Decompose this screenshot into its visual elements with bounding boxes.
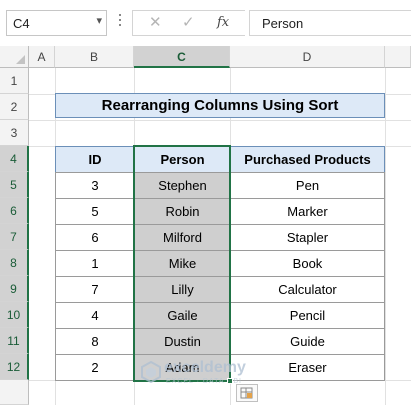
- formula-buttons: ✕ ✓ fx: [132, 10, 245, 36]
- cell-product[interactable]: Guide: [230, 328, 385, 355]
- row-header-9[interactable]: 9: [0, 276, 29, 302]
- quick-analysis-icon: [240, 387, 253, 399]
- cell-id[interactable]: 7: [55, 276, 135, 303]
- exceldemy-logo-icon: [141, 361, 161, 383]
- watermark-tagline: EXCEL · DATA · BI: [166, 378, 242, 385]
- cell-id[interactable]: 4: [55, 302, 135, 329]
- row-header-3[interactable]: 3: [0, 120, 29, 146]
- cell-person[interactable]: Lilly: [134, 276, 231, 303]
- cancel-icon[interactable]: ✕: [149, 13, 162, 31]
- column-header-c[interactable]: C: [134, 46, 230, 68]
- column-header-e[interactable]: [385, 46, 411, 68]
- insert-function-icon[interactable]: fx: [217, 15, 229, 30]
- cell-person[interactable]: Gaile: [134, 302, 231, 329]
- row-header-5[interactable]: 5: [0, 172, 29, 198]
- header-person[interactable]: Person: [134, 146, 231, 173]
- name-box[interactable]: C4 ▾: [6, 10, 107, 36]
- cell-person[interactable]: Mike: [134, 250, 231, 277]
- column-header-d[interactable]: D: [230, 46, 385, 68]
- formula-bar: C4 ▾ ✕ ✓ fx Person: [0, 0, 411, 46]
- select-all-button[interactable]: [0, 46, 29, 68]
- cell-product[interactable]: Pen: [230, 172, 385, 199]
- quick-analysis-button[interactable]: [236, 384, 258, 402]
- watermark: exceldemy EXCEL · DATA · BI: [140, 359, 280, 389]
- row-header-13[interactable]: [0, 380, 29, 405]
- cell-person[interactable]: Stephen: [134, 172, 231, 199]
- cell-person[interactable]: Dustin: [134, 328, 231, 355]
- cell-id[interactable]: 1: [55, 250, 135, 277]
- formula-input-value: Person: [262, 16, 304, 31]
- cell-person[interactable]: Milford: [134, 224, 231, 251]
- watermark-name: exceldemy: [164, 359, 246, 376]
- row-header-12[interactable]: 12: [0, 354, 29, 380]
- formula-input[interactable]: Person: [249, 10, 411, 36]
- cell-product[interactable]: Stapler: [230, 224, 385, 251]
- row-header-10[interactable]: 10: [0, 302, 29, 328]
- gridline: [29, 120, 411, 121]
- row-header-6[interactable]: 6: [0, 198, 29, 224]
- cell-product[interactable]: Marker: [230, 198, 385, 225]
- enter-icon[interactable]: ✓: [182, 13, 195, 31]
- cell-id[interactable]: 3: [55, 172, 135, 199]
- cell-id[interactable]: 8: [55, 328, 135, 355]
- cell-product[interactable]: Book: [230, 250, 385, 277]
- cell-product[interactable]: Calculator: [230, 276, 385, 303]
- column-header-a[interactable]: A: [29, 46, 55, 68]
- drag-handle-icon[interactable]: [118, 14, 122, 30]
- name-box-value: C4: [13, 16, 30, 31]
- cell-product[interactable]: Pencil: [230, 302, 385, 329]
- sheet-title[interactable]: Rearranging Columns Using Sort: [55, 93, 385, 118]
- row-header-1[interactable]: 1: [0, 68, 29, 94]
- header-id[interactable]: ID: [55, 146, 135, 173]
- gridline: [385, 68, 386, 405]
- cell-id[interactable]: 6: [55, 224, 135, 251]
- row-header-11[interactable]: 11: [0, 328, 29, 354]
- row-header-7[interactable]: 7: [0, 224, 29, 250]
- cell-id[interactable]: 2: [55, 354, 135, 381]
- row-header-8[interactable]: 8: [0, 250, 29, 276]
- cell-person[interactable]: Robin: [134, 198, 231, 225]
- header-purchased-products[interactable]: Purchased Products: [230, 146, 385, 173]
- row-header-2[interactable]: 2: [0, 94, 29, 120]
- worksheet-grid[interactable]: A B C D 1 2 3 4 5 6 7 8 9 10 11 12 Rearr…: [0, 46, 411, 405]
- column-header-b[interactable]: B: [55, 46, 134, 68]
- cell-id[interactable]: 5: [55, 198, 135, 225]
- row-header-4[interactable]: 4: [0, 146, 29, 172]
- chevron-down-icon[interactable]: ▾: [96, 14, 102, 27]
